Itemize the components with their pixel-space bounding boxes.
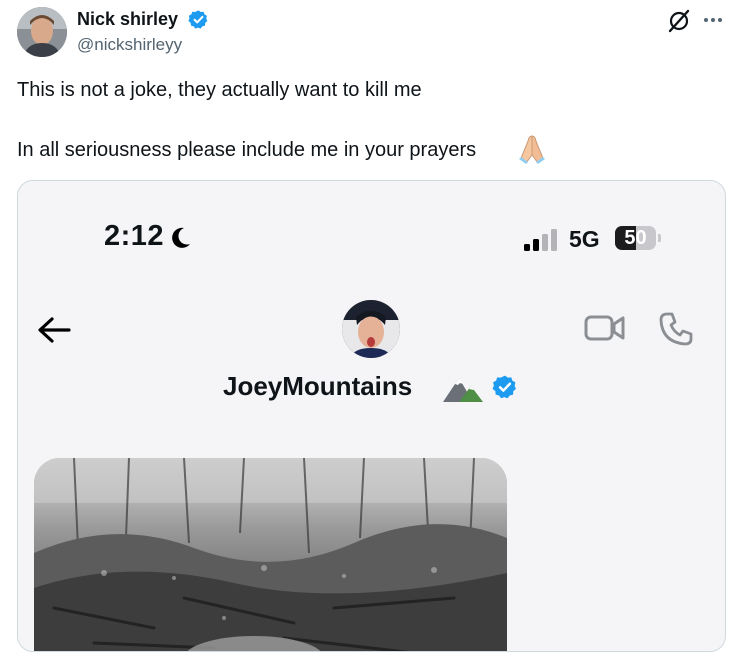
media-card[interactable]: 2:12 5G 50 JoeyMountains	[17, 180, 726, 652]
phone-call-icon[interactable]	[658, 311, 694, 347]
back-arrow-icon[interactable]	[36, 315, 72, 345]
status-bar-time: 2:12	[104, 220, 165, 252]
cellular-signal-icon	[524, 229, 557, 251]
more-options-icon[interactable]	[702, 9, 724, 31]
mountain-emoji-icon	[443, 378, 483, 402]
forest-photo-image	[34, 458, 507, 651]
tweet-text-line: This is not a joke, they actually want t…	[17, 79, 422, 101]
verified-badge-icon	[492, 375, 516, 399]
battery-level: 50	[624, 227, 647, 249]
video-call-icon[interactable]	[584, 313, 626, 343]
contact-name[interactable]: JoeyMountains	[223, 370, 412, 402]
chat-screenshot: 2:12 5G 50 JoeyMountains	[18, 181, 725, 651]
battery-indicator: 50	[615, 226, 663, 251]
contact-avatar[interactable]	[342, 300, 400, 358]
message-photo[interactable]	[34, 458, 507, 651]
author-avatar[interactable]	[17, 7, 67, 57]
verified-badge-icon	[188, 10, 208, 29]
author-avatar-image	[17, 7, 67, 57]
grok-icon[interactable]	[666, 8, 692, 34]
tweet-text-line: In all seriousness please include me in …	[17, 139, 477, 161]
folded-hands-emoji-icon	[519, 135, 545, 164]
contact-avatar-image	[342, 300, 400, 358]
author-handle[interactable]: @nickshirleyy	[77, 34, 182, 56]
network-type-label: 5G	[569, 226, 600, 252]
author-display-name[interactable]: Nick shirley	[77, 8, 178, 30]
moon-icon	[172, 227, 190, 248]
